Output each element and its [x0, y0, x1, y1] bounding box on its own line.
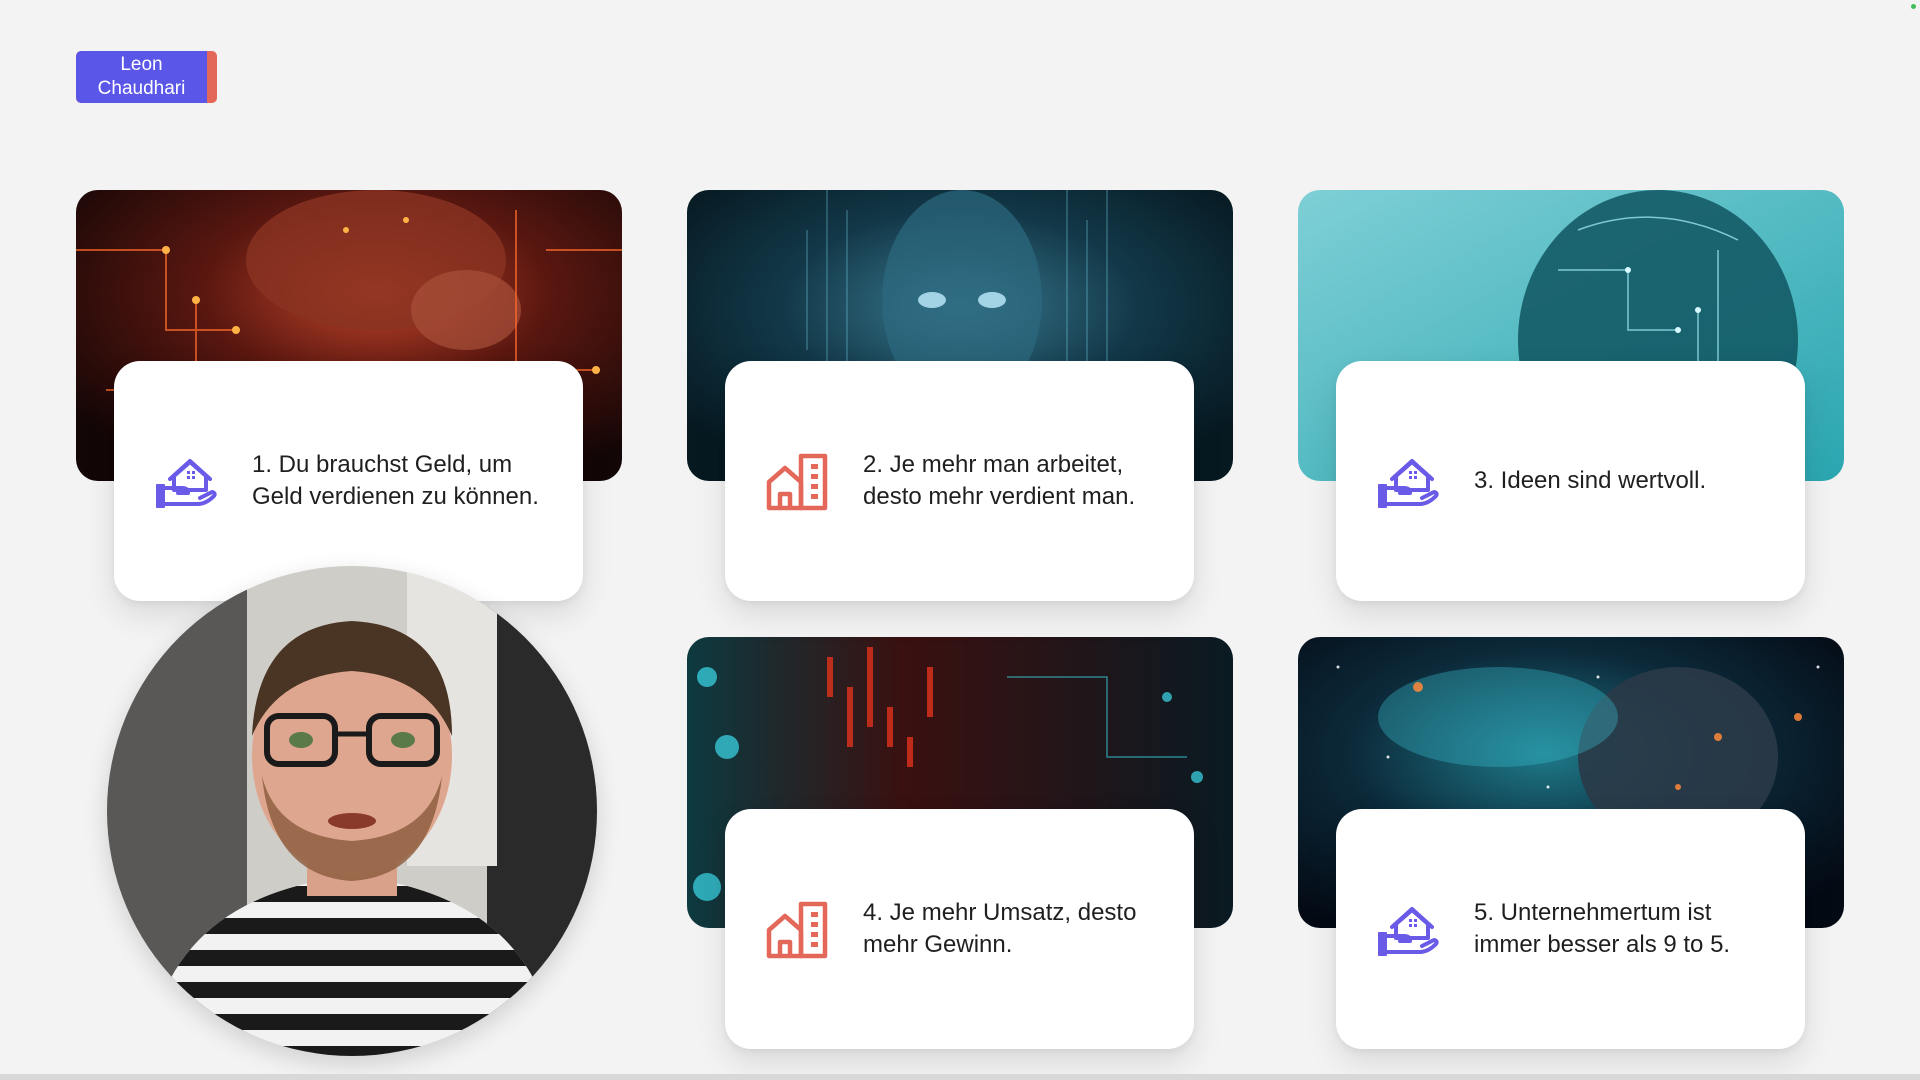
card-2-text: 2. Je mehr man arbeitet, desto mehr verd… [863, 451, 1136, 510]
card-2: 2. Je mehr man arbeitet, desto mehr verd… [725, 361, 1194, 601]
presenter-video [107, 566, 597, 1056]
card-5: 5. Unternehmertum ist immer besser als 9… [1336, 809, 1805, 1049]
card-4-text: 4. Je mehr Umsatz, desto mehr Gewinn. [863, 899, 1137, 958]
card-3: 3. Ideen sind wertvoll. [1336, 361, 1805, 601]
buildings-icon [763, 894, 833, 964]
brand-name: Leon Chaudhari [76, 51, 207, 103]
card-5-text: 5. Unternehmertum ist immer besser als 9… [1474, 899, 1731, 958]
recording-indicator [1911, 4, 1916, 9]
hand-house-icon [1374, 894, 1444, 964]
slide: Leon Chaudhari 1. Du brauchst Geld, um G… [0, 0, 1920, 1080]
card-1: 1. Du brauchst Geld, um Geld verdienen z… [114, 361, 583, 601]
card-4: 4. Je mehr Umsatz, desto mehr Gewinn. [725, 809, 1194, 1049]
buildings-icon [763, 446, 833, 516]
brand-logo: Leon Chaudhari [76, 51, 217, 103]
hand-house-icon [1374, 446, 1444, 516]
hand-house-icon [152, 446, 222, 516]
card-3-text: 3. Ideen sind wertvoll. [1474, 467, 1707, 494]
progress-track [0, 1074, 1920, 1080]
card-1-text: 1. Du brauchst Geld, um Geld verdienen z… [252, 451, 539, 510]
